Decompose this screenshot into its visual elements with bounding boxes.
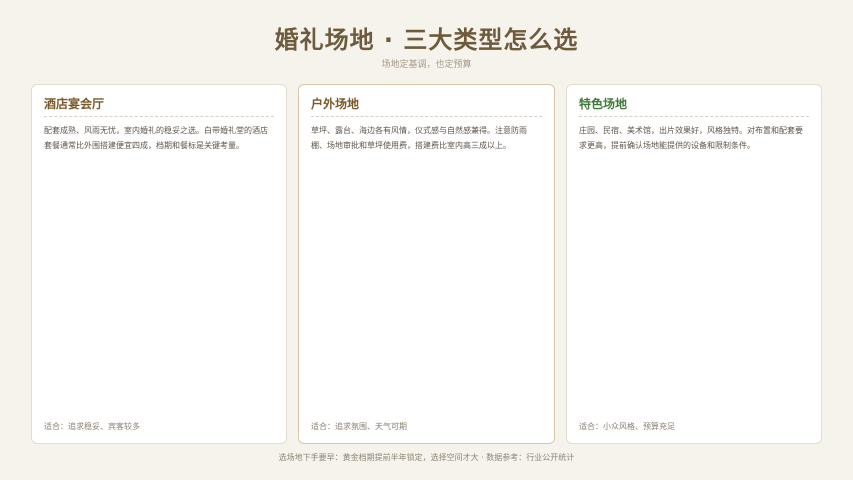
card-title: 特色场地 [579,96,809,117]
card-fit-note: 适合：小众风格、预算充足 [579,422,675,431]
venue-card-hotel: 酒店宴会厅 配套成熟、风雨无忧，室内婚礼的稳妥之选。白带婚礼堂的酒店套餐通常比外… [31,84,287,444]
card-description: 配套成熟、风雨无忧，室内婚礼的稳妥之选。白带婚礼堂的酒店套餐通常比外围搭建便宜四… [44,126,268,150]
card-fit-note: 适合：追求稳妥、宾客较多 [44,422,140,431]
card-title: 户外场地 [311,96,542,117]
card-description: 庄园、民宿、美术馆，出片效果好，风格独特。对布置和配套要求更高，提前确认场地能提… [579,126,803,150]
page-subtitle: 场地定基调，也定预算 [381,60,472,70]
card-description: 草坪、露台、海边各有风情，仪式感与自然感兼得。注意防雨棚、场地审批和草坪使用费，… [311,126,527,150]
page-title: 婚礼场地 · 三大类型怎么选 [274,26,579,54]
venue-card-outdoor: 户外场地 草坪、露台、海边各有风情，仪式感与自然感兼得。注意防雨棚、场地审批和草… [298,84,555,444]
card-fit-note: 适合：追求氛围、天气可期 [311,422,407,431]
venue-card-special: 特色场地 庄园、民宿、美术馆，出片效果好，风格独特。对布置和配套要求更高，提前确… [566,84,822,444]
card-title: 酒店宴会厅 [44,96,274,117]
footer-note: 选场地下手要早：黄金档期提前半年锁定，选择空间才大 · 数据参考：行业公开统计 [278,453,575,462]
